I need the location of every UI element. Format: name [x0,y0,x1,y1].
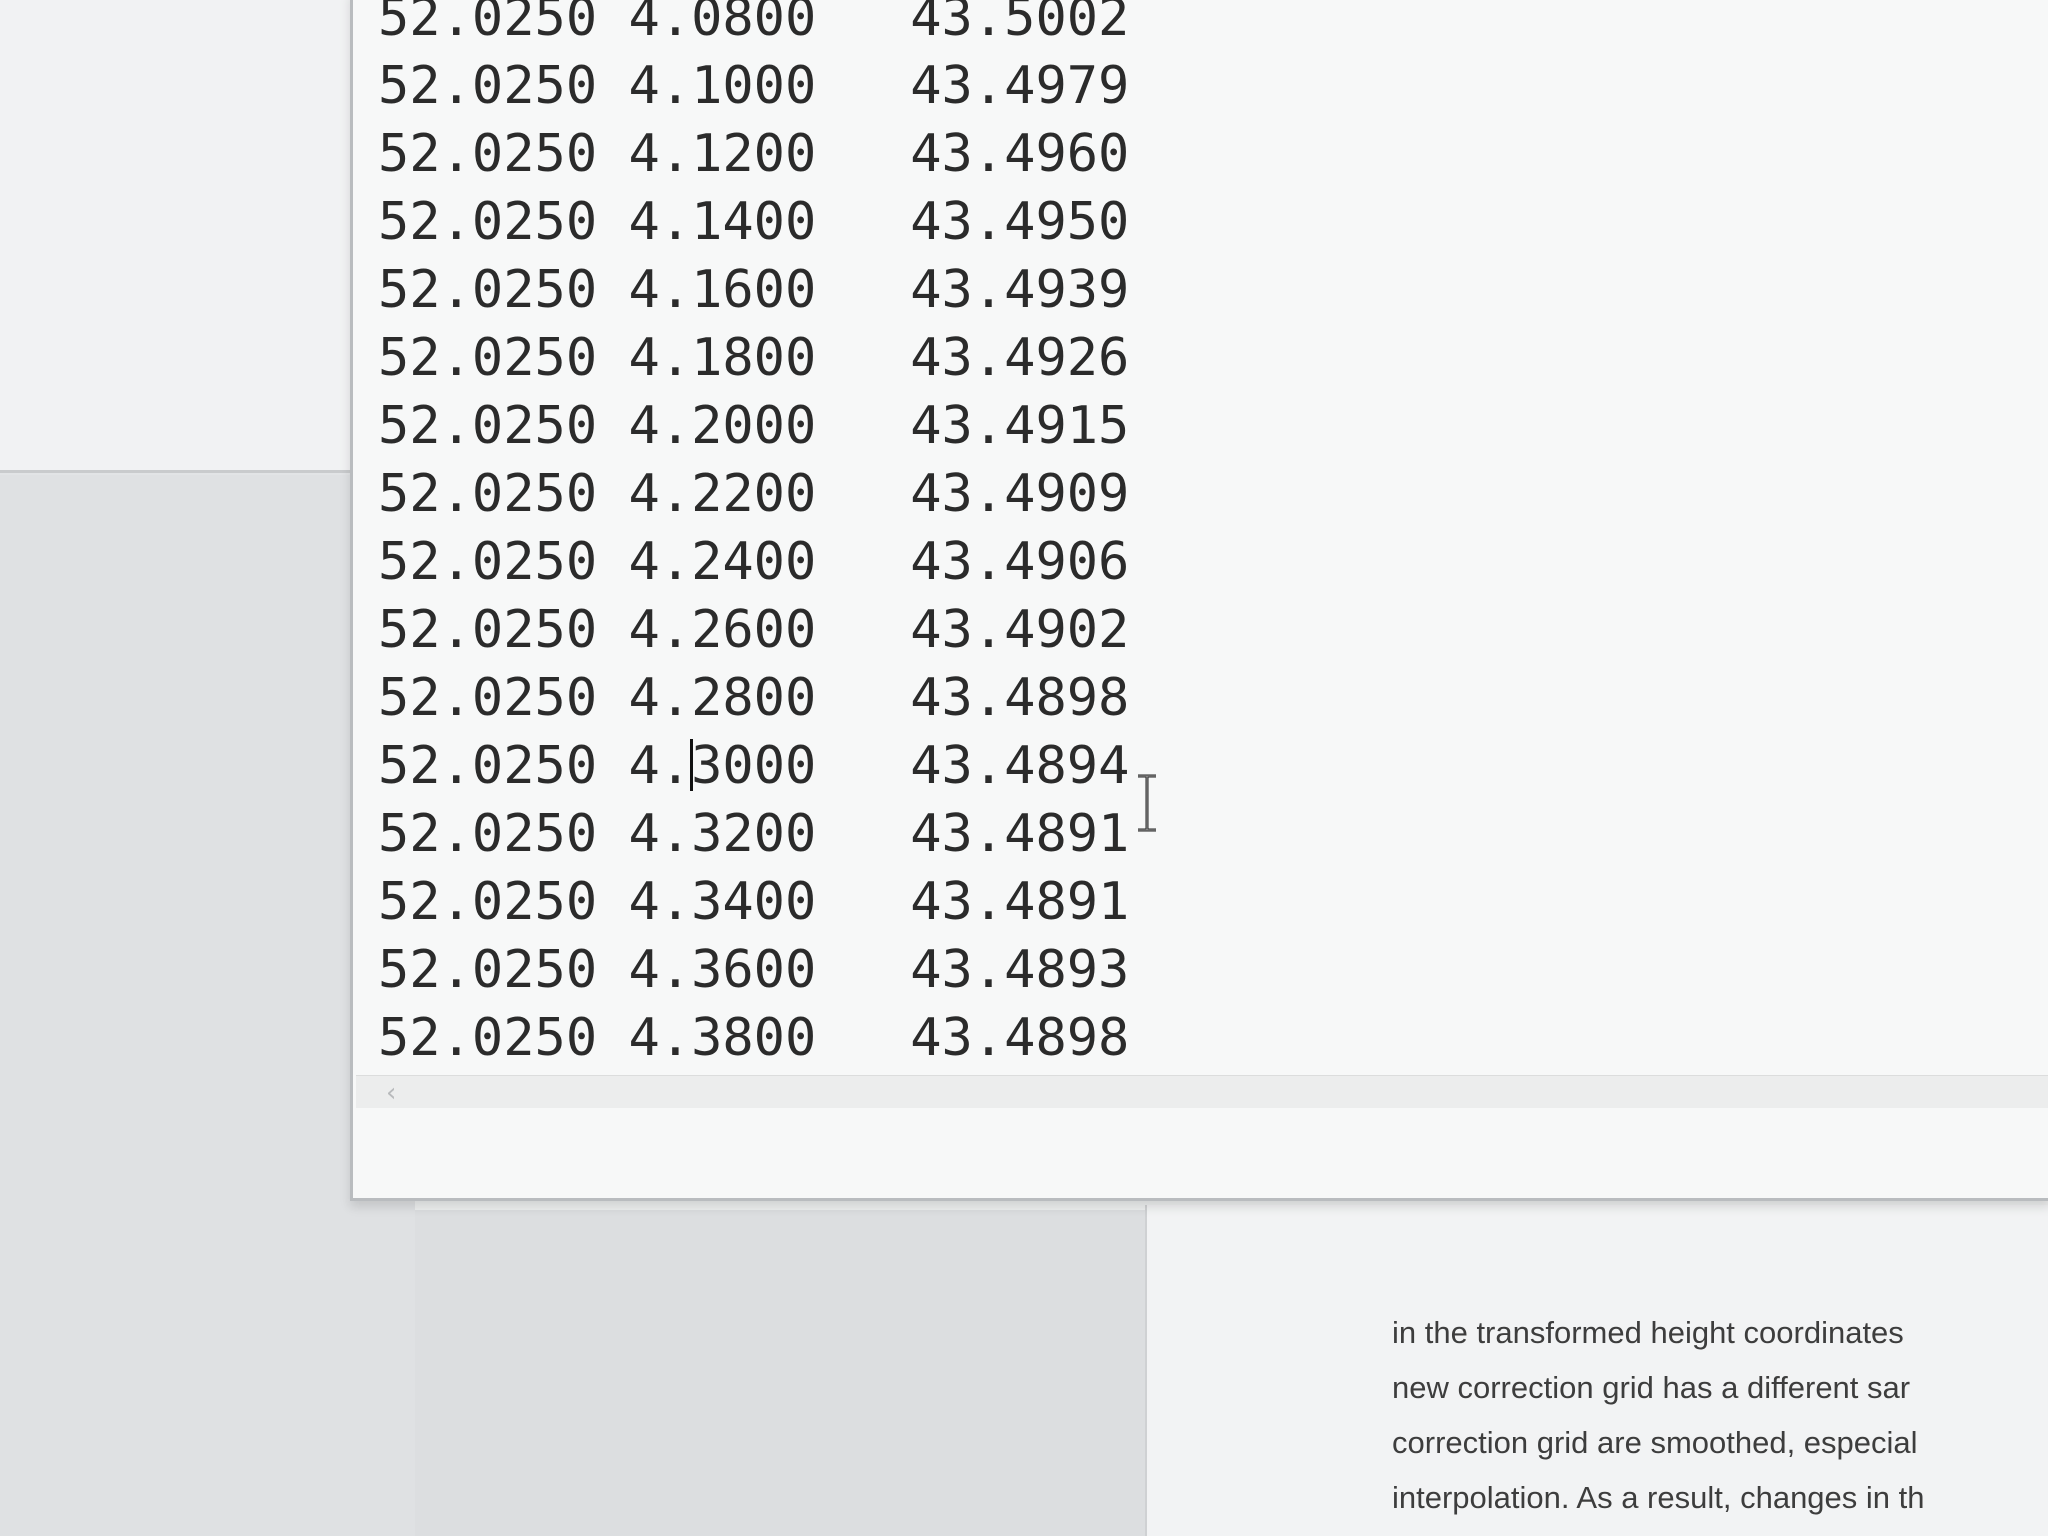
editor-line[interactable]: 52.0250 4.1200 43.4960 [378,120,1129,188]
editor-line[interactable]: 52.0250 4.1800 43.4926 [378,324,1129,392]
editor-line[interactable]: 52.0250 4.2200 43.4909 [378,460,1129,528]
document-line: correction grid are smoothed, especial [1392,1425,1918,1460]
horizontal-scrollbar[interactable]: ‹ [356,1075,2048,1108]
background-window [0,0,380,473]
editor-line[interactable]: 52.0250 4.2000 43.4915 [378,392,1129,460]
text-editor-window[interactable]: 52.0250 4.0800 43.5002 52.0250 4.1000 43.… [350,0,2048,1201]
document-paragraph: in the transformed height coordinates ne… [1392,1305,2048,1525]
desktop-background-lower [415,1210,1145,1536]
editor-text-area[interactable]: 52.0250 4.0800 43.5002 52.0250 4.1000 43.… [378,0,1278,1070]
editor-lines: 52.0250 4.0800 43.5002 52.0250 4.1000 43.… [378,0,1129,1070]
editor-line[interactable]: 52.0250 4.3200 43.4891 [378,800,1129,868]
editor-line[interactable]: 52.0250 4.1400 43.4950 [378,188,1129,256]
editor-line[interactable]: 52.0250 4.3600 43.4893 [378,936,1129,1004]
editor-line[interactable]: 52.0250 4.0800 43.5002 [378,0,1129,52]
document-page: in the transformed height coordinates ne… [1145,1205,2048,1536]
editor-line[interactable]: 52.0250 4.2400 43.4906 [378,528,1129,596]
document-line: new correction grid has a different sar [1392,1370,1911,1405]
document-line: in the transformed height coordinates [1392,1315,1904,1350]
editor-line[interactable]: 52.0250 4.1600 43.4939 [378,256,1129,324]
editor-line[interactable]: 52.0250 4.3400 43.4891 [378,868,1129,936]
text-cursor-icon [1138,774,1156,832]
document-line: interpolation. As a result, changes in t… [1392,1480,1925,1515]
editor-line[interactable]: 52.0250 4.2800 43.4898 [378,664,1129,732]
editor-line[interactable]: 52.0250 4.2600 43.4902 [378,596,1129,664]
editor-line[interactable]: 52.0250 4.3000 43.4894 [378,732,1129,800]
chevron-left-icon[interactable]: ‹ [386,1078,396,1108]
editor-line[interactable]: 52.0250 4.1000 43.4979 [378,52,1129,120]
editor-line[interactable]: 52.0250 4.3800 43.4898 [378,1004,1129,1070]
